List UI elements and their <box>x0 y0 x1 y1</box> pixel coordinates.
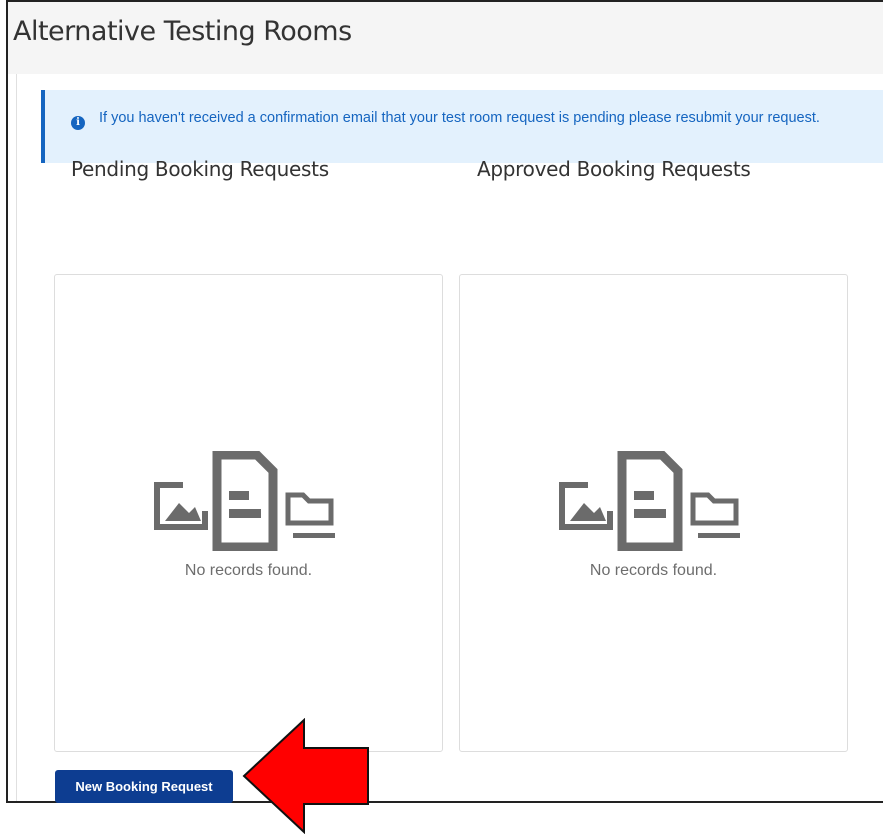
empty-state-text: No records found. <box>184 562 313 579</box>
pending-requests-panel: No records found. <box>54 274 443 752</box>
pending-requests-title: Pending Booking Requests <box>71 157 329 181</box>
new-booking-request-button[interactable]: New Booking Request <box>55 770 233 803</box>
approved-requests-panel: No records found. <box>459 274 848 752</box>
info-alert-text: If you haven't received a confirmation e… <box>99 110 820 126</box>
red-arrow-icon <box>242 718 369 834</box>
page-title: Alternative Testing Rooms <box>13 16 352 47</box>
no-records-icon <box>154 451 335 551</box>
approved-requests-title: Approved Booking Requests <box>477 157 751 181</box>
info-circle-icon: i <box>71 116 85 130</box>
no-records-icon <box>559 451 740 551</box>
info-alert: i If you haven't received a confirmation… <box>41 90 883 163</box>
empty-state-text: No records found. <box>589 562 718 579</box>
page-header: Alternative Testing Rooms <box>8 2 883 74</box>
